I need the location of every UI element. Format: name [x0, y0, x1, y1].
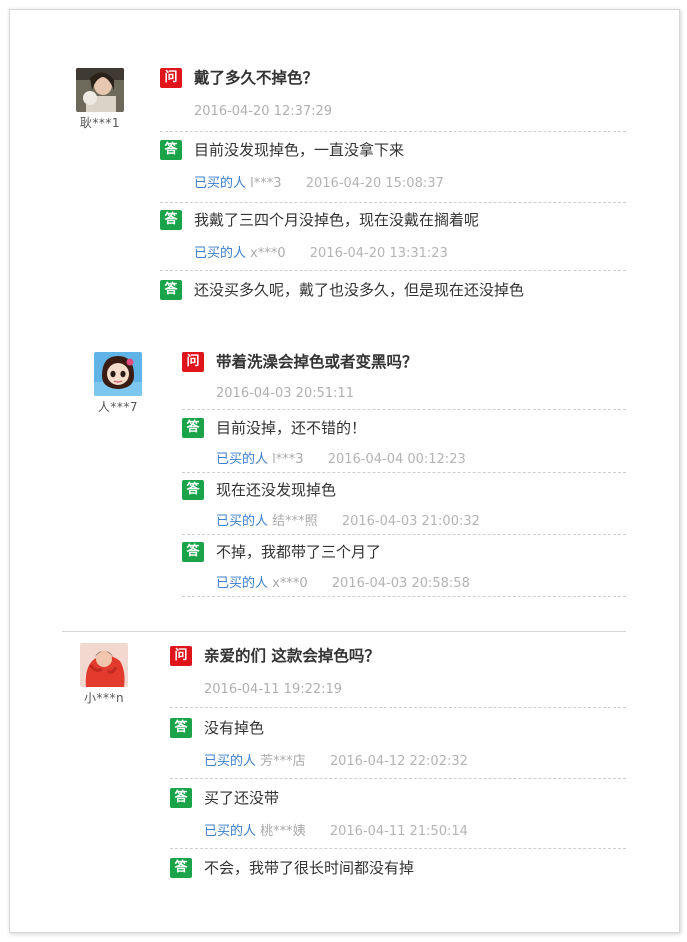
question-title[interactable]: 亲爱的们 这款会掉色吗？	[204, 646, 380, 666]
answer-meta: 已买的人 芳***店 2016-04-12 22:02:32	[204, 750, 468, 769]
answerer-name: l***3	[272, 452, 304, 467]
question-row: 问 带着洗澡会掉色或者变黑吗？	[182, 352, 626, 374]
answer-badge: 答	[170, 788, 192, 808]
answer-meta: 已买的人 结***照 2016-04-03 21:00:32	[216, 510, 480, 529]
buyer-link[interactable]: 已买的人	[194, 176, 246, 191]
answer-text: 买了还没带	[204, 789, 280, 807]
answer-text: 现在还没发现掉色	[216, 481, 337, 499]
answer-badge: 答	[170, 858, 192, 878]
question-badge: 问	[182, 352, 204, 372]
buyer-link[interactable]: 已买的人	[216, 452, 268, 467]
divider	[160, 131, 626, 132]
divider	[160, 202, 626, 203]
question-title[interactable]: 带着洗澡会掉色或者变黑吗？	[216, 352, 418, 372]
avatar[interactable]	[80, 643, 128, 687]
answer-text: 不掉，我都带了三个月了	[216, 543, 382, 561]
username: 人***7	[97, 400, 139, 414]
divider	[182, 534, 626, 535]
section-separator	[62, 631, 626, 632]
answerer-name: 结***照	[272, 514, 318, 529]
answer-text: 我戴了三四个月没掉色，现在没戴在搁着呢	[194, 211, 480, 229]
answer-2-2: 答 现在还没发现掉色 已买的人 结***照 2016-04-03 21:00:3…	[182, 480, 626, 535]
answer-date: 2016-04-03 20:58:58	[331, 576, 470, 591]
answer-text: 没有掉色	[204, 719, 265, 737]
answer-2-3: 答 不掉，我都带了三个月了 已买的人 x***0 2016-04-03 20:5…	[182, 542, 626, 597]
answer-badge: 答	[170, 718, 192, 738]
buyer-link[interactable]: 已买的人	[216, 514, 268, 529]
answerer-name: x***0	[272, 576, 308, 591]
divider	[170, 707, 626, 708]
answer-3-3: 答 不会，我带了很长时间都没有掉	[170, 858, 626, 880]
answer-text: 还没买多久呢，戴了也没多久，但是现在还没掉色	[194, 281, 525, 299]
answer-badge: 答	[160, 280, 182, 300]
answerer-name: x***0	[250, 246, 286, 261]
qa-thread-2: 问 带着洗澡会掉色或者变黑吗？ 2016-04-03 20:51:11 答 目前…	[182, 352, 626, 597]
answer-text: 不会，我带了很长时间都没有掉	[204, 859, 415, 877]
question-row: 问 亲爱的们 这款会掉色吗？	[170, 646, 626, 668]
answer-1-2: 答 我戴了三四个月没掉色，现在没戴在搁着呢 已买的人 x***0 2016-04…	[160, 210, 626, 271]
divider	[170, 778, 626, 779]
answer-date: 2016-04-11 21:50:14	[329, 824, 468, 839]
answer-meta: 已买的人 x***0 2016-04-03 20:58:58	[216, 572, 470, 591]
answer-1-3: 答 还没买多久呢，戴了也没多久，但是现在还没掉色	[160, 280, 626, 302]
question-title[interactable]: 戴了多久不掉色？	[194, 68, 318, 88]
divider	[182, 472, 626, 473]
question-row: 问 戴了多久不掉色？	[160, 68, 626, 90]
divider	[170, 848, 626, 849]
question-date: 2016-04-03 20:51:11	[216, 386, 355, 401]
buyer-link[interactable]: 已买的人	[194, 246, 246, 261]
answer-3-2: 答 买了还没带 已买的人 桃***姨 2016-04-11 21:50:14	[170, 788, 626, 849]
answer-meta: 已买的人 l***3 2016-04-20 15:08:37	[194, 172, 444, 191]
username: 小***n	[83, 691, 125, 705]
divider	[182, 596, 626, 597]
answerer-name: 芳***店	[260, 754, 306, 769]
qa-thread-3: 问 亲爱的们 这款会掉色吗？ 2016-04-11 19:22:19 答 没有掉…	[170, 646, 626, 878]
answer-meta: 已买的人 x***0 2016-04-20 13:31:23	[194, 242, 448, 261]
answer-date: 2016-04-20 15:08:37	[305, 176, 444, 191]
answer-badge: 答	[160, 210, 182, 230]
asker-2[interactable]: 人***7	[86, 352, 150, 415]
question-date: 2016-04-11 19:22:19	[204, 682, 343, 697]
buyer-link[interactable]: 已买的人	[216, 576, 268, 591]
answer-date: 2016-04-04 00:12:23	[327, 452, 466, 467]
question-badge: 问	[160, 68, 182, 88]
answerer-name: 桃***姨	[260, 824, 306, 839]
buyer-link[interactable]: 已买的人	[204, 754, 256, 769]
avatar[interactable]	[76, 68, 124, 112]
answer-2-1: 答 目前没掉，还不错的！ 已买的人 l***3 2016-04-04 00:12…	[182, 418, 626, 473]
username: 耿***1	[79, 116, 121, 130]
avatar[interactable]	[94, 352, 142, 396]
answer-date: 2016-04-12 22:02:32	[329, 754, 468, 769]
answer-badge: 答	[182, 418, 204, 438]
answer-date: 2016-04-20 13:31:23	[309, 246, 448, 261]
asker-3[interactable]: 小***n	[72, 643, 136, 706]
answer-meta: 已买的人 桃***姨 2016-04-11 21:50:14	[204, 820, 468, 839]
answer-3-1: 答 没有掉色 已买的人 芳***店 2016-04-12 22:02:32	[170, 718, 626, 779]
qa-screenshot-frame: 耿***1 问 戴了多久不掉色？ 2016-04-20 12:37:29 答 目…	[9, 9, 680, 933]
answerer-name: l***3	[250, 176, 282, 191]
question-badge: 问	[170, 646, 192, 666]
question-date: 2016-04-20 12:37:29	[194, 104, 333, 119]
answer-text: 目前没掉，还不错的！	[216, 419, 367, 437]
answer-1-1: 答 目前没发现掉色，一直没拿下来 已买的人 l***3 2016-04-20 1…	[160, 140, 626, 203]
qa-thread-1: 问 戴了多久不掉色？ 2016-04-20 12:37:29 答 目前没发现掉色…	[160, 68, 626, 300]
asker-1[interactable]: 耿***1	[68, 68, 132, 131]
answer-badge: 答	[182, 480, 204, 500]
answer-text: 目前没发现掉色，一直没拿下来	[194, 141, 405, 159]
divider	[182, 409, 626, 410]
divider	[160, 270, 626, 271]
answer-date: 2016-04-03 21:00:32	[341, 514, 480, 529]
answer-meta: 已买的人 l***3 2016-04-04 00:12:23	[216, 448, 466, 467]
answer-badge: 答	[160, 140, 182, 160]
buyer-link[interactable]: 已买的人	[204, 824, 256, 839]
answer-badge: 答	[182, 542, 204, 562]
